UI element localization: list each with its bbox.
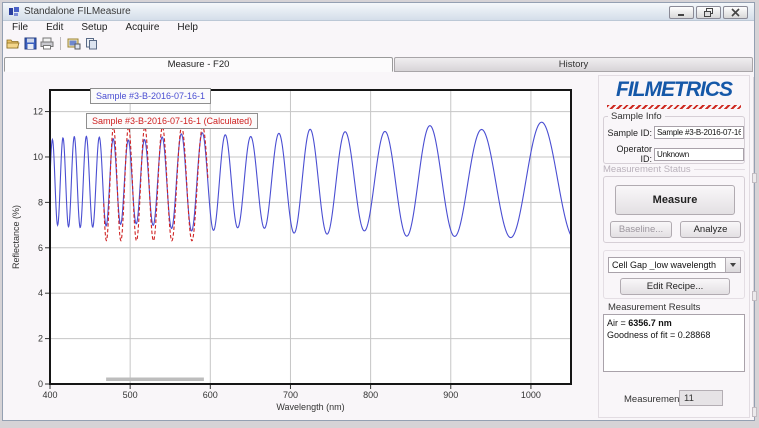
result-air-value: 6356.7 nm — [628, 318, 672, 328]
print-icon[interactable] — [40, 36, 54, 50]
open-file-icon[interactable] — [6, 36, 20, 50]
app-icon — [9, 7, 19, 16]
app-window: Standalone FILMeasure — [2, 2, 755, 421]
close-icon — [731, 8, 740, 17]
recipe-dropdown-value: Cell Gap _low wavelength — [609, 260, 725, 270]
y-tick-label: 10 — [33, 152, 43, 162]
recipe-group: Cell Gap _low wavelength Edit Recipe... — [603, 250, 745, 299]
restore-button[interactable] — [696, 6, 721, 19]
recipe-dropdown-button[interactable] — [725, 258, 740, 272]
y-tick-label: 8 — [38, 197, 43, 207]
save-icon[interactable] — [23, 36, 37, 50]
legend-measured: Sample #3-B-2016-07-16-1 — [90, 88, 211, 104]
fit-range-bar — [106, 378, 204, 382]
y-tick-label: 4 — [38, 288, 43, 298]
sample-id-input[interactable] — [654, 126, 744, 139]
menu-setup[interactable]: Setup — [72, 21, 116, 35]
sample-info-label: Sample Info — [608, 111, 665, 122]
copy-icon[interactable] — [84, 36, 98, 50]
menu-acquire[interactable]: Acquire — [117, 21, 169, 35]
x-tick-label: 600 — [203, 390, 218, 400]
operator-id-label: Operator ID: — [606, 144, 652, 164]
measurement-results-box: Air = 6356.7 nm Goodness of fit = 0.2886… — [603, 314, 745, 372]
filmetrics-logo: FILMETRICS — [602, 78, 746, 102]
splitter-grip[interactable] — [752, 291, 757, 301]
x-axis-title: Wavelength (nm) — [276, 402, 344, 412]
x-tick-label: 800 — [363, 390, 378, 400]
menu-file[interactable]: File — [3, 21, 37, 35]
menu-edit[interactable]: Edit — [37, 21, 72, 35]
y-axis-title: Reflectance (%) — [11, 205, 21, 269]
minimize-button[interactable] — [669, 6, 694, 19]
analyze-button[interactable]: Analyze — [680, 221, 741, 238]
close-button[interactable] — [723, 6, 748, 19]
control-panel: FILMETRICS Sample Info Sample ID: Operat… — [598, 75, 750, 418]
y-tick-label: 12 — [33, 107, 43, 117]
x-tick-label: 900 — [443, 390, 458, 400]
window-controls — [669, 6, 748, 19]
y-tick-label: 0 — [38, 379, 43, 389]
menu-help[interactable]: Help — [168, 21, 207, 35]
measurement-status-row: Measurement Status — [603, 164, 745, 175]
measure-group: Measure Baseline... Analyze — [603, 176, 745, 243]
tab-strip: Measure - F20 History — [3, 57, 754, 72]
x-tick-label: 500 — [123, 390, 138, 400]
title-bar: Standalone FILMeasure — [3, 3, 754, 21]
measurement-number-input[interactable] — [679, 390, 723, 406]
plot-background — [50, 90, 571, 384]
restore-icon — [704, 8, 713, 17]
menu-bar: File Edit Setup Acquire Help — [3, 21, 754, 35]
screenshot-frame: Standalone FILMeasure — [0, 0, 759, 428]
result-line-air: Air = 6356.7 nm — [607, 317, 741, 329]
result-line-gof: Goodness of fit = 0.28868 — [607, 329, 741, 341]
edit-recipe-button[interactable]: Edit Recipe... — [620, 278, 730, 295]
sample-info-group: Sample Info Sample ID: Operator ID: — [603, 116, 745, 164]
toolbar-separator — [60, 37, 61, 50]
window-title: Standalone FILMeasure — [24, 6, 131, 17]
panel-splitter[interactable] — [752, 77, 756, 417]
baseline-button[interactable]: Baseline... — [610, 221, 672, 238]
splitter-grip[interactable] — [752, 173, 757, 183]
y-tick-label: 6 — [38, 243, 43, 253]
operator-id-input[interactable] — [654, 148, 744, 161]
measurement-status-label: Measurement Status — [603, 164, 691, 175]
chevron-down-icon — [730, 263, 736, 267]
sample-id-label: Sample ID: — [606, 128, 652, 138]
x-tick-label: 400 — [42, 390, 57, 400]
tab-history[interactable]: History — [394, 57, 753, 72]
measurement-status-line — [694, 169, 745, 170]
minimize-icon — [677, 8, 686, 17]
x-tick-label: 700 — [283, 390, 298, 400]
tab-measure-f20[interactable]: Measure - F20 — [4, 57, 393, 72]
legend-calculated: Sample #3-B-2016-07-16-1 (Calculated) — [86, 113, 258, 129]
splitter-grip[interactable] — [752, 407, 757, 417]
x-tick-label: 1000 — [521, 390, 541, 400]
recipe-dropdown[interactable]: Cell Gap _low wavelength — [608, 257, 741, 273]
measurement-results-label: Measurement Results — [605, 302, 703, 313]
toolbar — [6, 35, 98, 51]
logo-hatch-underline — [607, 105, 741, 109]
splitter-line — [753, 77, 754, 417]
y-tick-label: 2 — [38, 334, 43, 344]
export-image-icon[interactable] — [67, 36, 81, 50]
measure-button[interactable]: Measure — [615, 185, 735, 215]
